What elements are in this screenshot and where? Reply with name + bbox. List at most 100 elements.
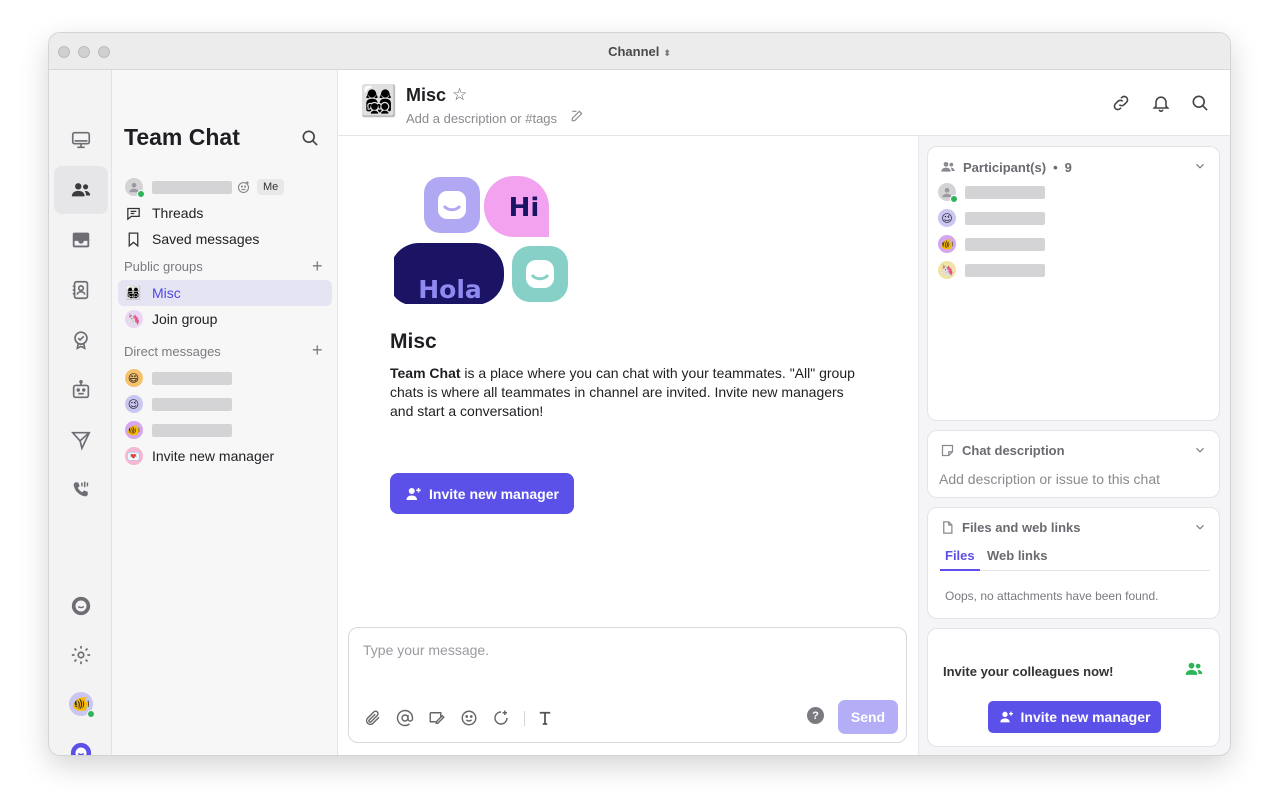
participant-row[interactable]: [938, 183, 1045, 203]
add-public-group-button[interactable]: +: [312, 257, 323, 275]
participant-row[interactable]: 🐠: [938, 235, 1045, 253]
rail-team-chat[interactable]: [54, 166, 108, 214]
rail-user-avatar[interactable]: 🐠: [54, 680, 108, 728]
participant-row[interactable]: 🦄: [938, 261, 1045, 279]
direct-messages-heading: Direct messages: [124, 344, 221, 359]
dm-item[interactable]: 😄: [118, 365, 332, 391]
chat-list-panel: Team Chat Me Threads Saved messages Publ…: [112, 70, 338, 755]
participant-avatar: [938, 183, 958, 203]
hero-title: Misc: [390, 330, 437, 353]
window-title[interactable]: Channel ⬍: [49, 44, 1230, 59]
invite-new-manager-button[interactable]: Invite new manager: [390, 473, 574, 514]
notifications-button[interactable]: [1150, 92, 1172, 114]
gif-button[interactable]: [491, 708, 511, 728]
tab-files[interactable]: Files: [945, 548, 975, 563]
badge-icon: [74, 331, 88, 350]
file-icon: [943, 521, 953, 534]
bubble-hola-text: Hola: [418, 275, 482, 304]
message-input[interactable]: Type your message.: [363, 642, 489, 658]
love-letter-icon: 💌: [124, 447, 143, 465]
dm-item[interactable]: 🐠: [118, 417, 332, 443]
saved-messages-item[interactable]: Saved messages: [118, 226, 332, 252]
rail-campaigns[interactable]: [54, 416, 108, 464]
dm-avatar: 😉: [124, 395, 143, 413]
group-emoji-icon: 👩‍👩‍👧‍👦: [125, 285, 142, 300]
chevron-down-icon[interactable]: [1193, 159, 1207, 173]
threads-item[interactable]: Threads: [118, 200, 332, 226]
mention-button[interactable]: [395, 708, 415, 728]
sticker-icon: [494, 710, 508, 725]
search-messages-button[interactable]: [1189, 92, 1211, 114]
rail-contacts[interactable]: [54, 266, 108, 314]
add-direct-message-button[interactable]: +: [312, 341, 323, 359]
users-icon: [941, 162, 955, 172]
dm-avatar: 🐠: [124, 421, 143, 439]
conversation-title[interactable]: Misc: [406, 85, 446, 106]
bubble-teal-face: [526, 260, 554, 288]
online-status-dot: [950, 195, 958, 203]
invite-colleagues-text: Invite your colleagues now!: [943, 664, 1114, 679]
rail-brand[interactable]: [54, 729, 108, 755]
participant-name-placeholder: [965, 185, 1045, 199]
dm-item[interactable]: 😉: [118, 391, 332, 417]
format-text-button[interactable]: [535, 708, 555, 728]
add-emoji-status-icon[interactable]: [236, 180, 251, 195]
users-icon: [71, 183, 91, 197]
hero-description: Team Chat is a place where you can chat …: [390, 365, 855, 419]
edit-icon[interactable]: [570, 109, 584, 123]
bubble-purple-face: [438, 191, 466, 219]
tab-underline-track: [940, 570, 1210, 571]
participant-avatar: 🐠: [938, 235, 956, 253]
rail-monitor[interactable]: [54, 116, 108, 164]
rail-bots[interactable]: [54, 366, 108, 414]
participants-card: Participant(s) • 9 😉 🐠 🦄: [927, 146, 1220, 421]
rail-calls[interactable]: [54, 466, 108, 514]
participants-header[interactable]: Participant(s) • 9: [940, 159, 1072, 175]
chat-description-card: Chat description Add description or issu…: [927, 430, 1220, 498]
canned-response-button[interactable]: [427, 708, 447, 728]
smile-icon: [461, 710, 477, 726]
help-icon[interactable]: ?: [807, 707, 824, 724]
brand-icon: [70, 742, 92, 755]
online-status-dot: [87, 710, 95, 718]
rail-livechat[interactable]: [54, 582, 108, 630]
more-vertical-icon: [1229, 93, 1230, 113]
participant-name-placeholder: [965, 211, 1045, 225]
send-button[interactable]: Send: [838, 700, 898, 734]
conversation-description[interactable]: Add a description or #tags: [406, 111, 557, 126]
emoji-button[interactable]: [459, 708, 479, 728]
sticky-note-icon: [941, 444, 954, 457]
chat-description-header[interactable]: Chat description: [940, 443, 1065, 458]
greeting-bubbles-illustration: Hi Hola: [394, 176, 568, 304]
copy-link-button[interactable]: [1110, 92, 1132, 114]
files-links-header[interactable]: Files and web links: [940, 520, 1080, 535]
note-edit-icon: [429, 712, 445, 724]
invite-manager-item[interactable]: 💌 Invite new manager: [118, 443, 332, 469]
online-status-dot: [136, 190, 145, 198]
tab-web-links[interactable]: Web links: [987, 548, 1047, 563]
rail-inbox[interactable]: [54, 216, 108, 264]
join-group-item[interactable]: 🦄 Join group: [118, 306, 332, 332]
group-item-misc[interactable]: 👩‍👩‍👧‍👦 Misc: [118, 280, 332, 306]
invite-new-manager-button[interactable]: Invite new manager: [988, 701, 1161, 733]
chevron-down-icon[interactable]: [1193, 520, 1207, 534]
participant-avatar: 😉: [938, 209, 956, 227]
rail-settings[interactable]: [54, 631, 108, 679]
chevron-down-icon[interactable]: [1193, 443, 1207, 457]
conversation-pane: Hi Hola Misc Team Chat is a place where …: [338, 136, 918, 755]
rail-tasks[interactable]: [54, 316, 108, 364]
me-badge: Me: [257, 179, 285, 195]
send-icon: [70, 431, 91, 451]
chat-description-input[interactable]: Add description or issue to this chat: [939, 471, 1160, 487]
user-avatar: 🐠: [69, 692, 95, 718]
attach-button[interactable]: [363, 708, 383, 728]
star-icon[interactable]: ☆: [452, 85, 467, 105]
chat-bubble-icon: [71, 596, 91, 616]
users-icon: [1185, 662, 1203, 675]
search-icon[interactable]: [300, 128, 320, 148]
my-profile-row[interactable]: Me: [118, 174, 332, 200]
message-composer[interactable]: Type your message. ? Send: [348, 627, 907, 743]
phone-icon: [73, 481, 89, 497]
participant-row[interactable]: 😉: [938, 209, 1045, 227]
more-options-button[interactable]: [1228, 92, 1230, 114]
